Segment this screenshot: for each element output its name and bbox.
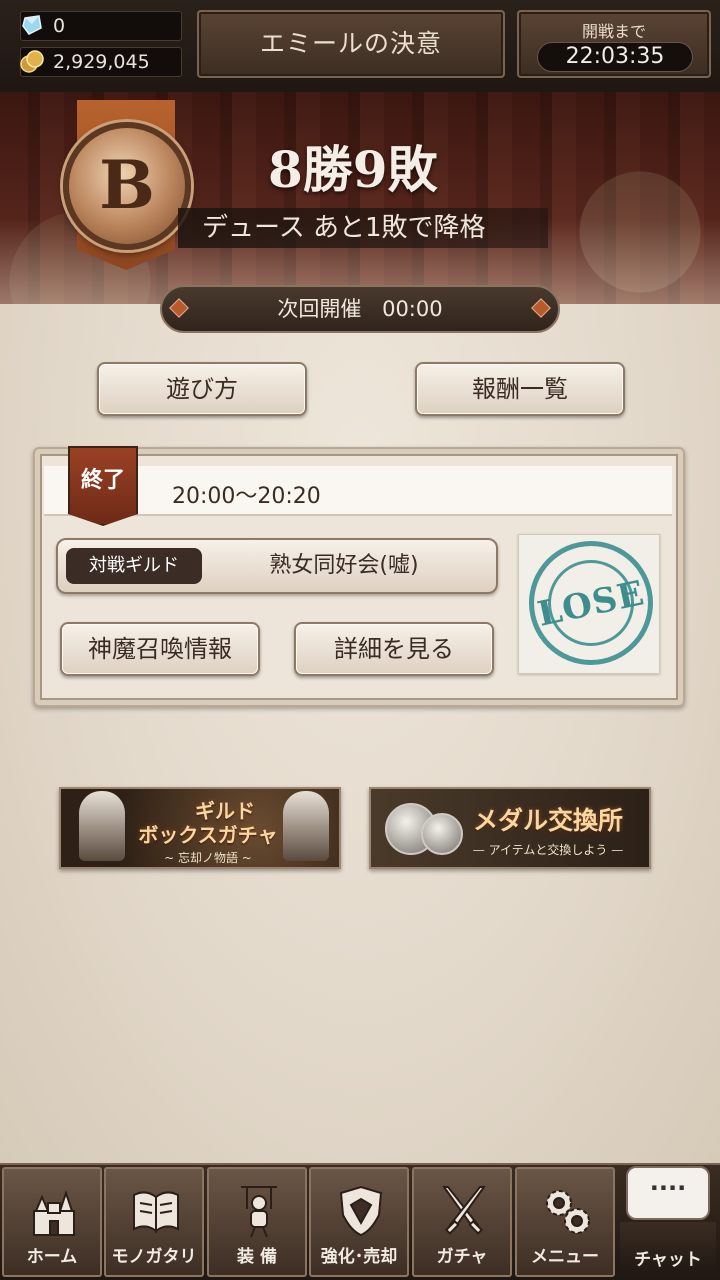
battle-start-timer: 開戦まで 22:03:35 <box>517 10 711 78</box>
rewards-list-button[interactable]: 報酬一覧 <box>415 362 625 416</box>
gem-count: 0 <box>53 15 66 37</box>
gold-count: 2,929,045 <box>53 51 150 73</box>
rank-medal: B <box>63 122 191 250</box>
timer-value: 22:03:35 <box>537 42 693 72</box>
nav-gacha[interactable]: ガチャ <box>412 1167 512 1277</box>
rank-status-text: デュース あと1敗で降格 <box>178 208 548 248</box>
event-title-button[interactable]: エミールの決意 <box>197 10 505 78</box>
shield-icon <box>339 1185 383 1237</box>
nav-equipment-label: 装 備 <box>237 1247 277 1267</box>
medal-banner-title: メダル交換所 <box>472 806 623 835</box>
medal-banner-subtitle: — アイテムと交換しよう — <box>472 843 624 857</box>
opponent-guild-name: 熟女同好会(嘘) <box>269 553 419 578</box>
crystal-icon <box>22 15 42 35</box>
top-status-bar: 0 2,929,045 エミールの決意 開戦まで 22:03:35 <box>0 0 720 92</box>
match-time-range: 20:00〜20:20 <box>172 484 321 509</box>
crossed-swords-icon <box>442 1186 486 1235</box>
character-illustration <box>79 791 125 861</box>
nav-home[interactable]: ホーム <box>2 1167 102 1277</box>
ornament-gem-icon <box>169 298 189 318</box>
opponent-guild-row[interactable]: 対戦ギルド 熟女同好会(嘘) <box>56 538 498 594</box>
nav-story[interactable]: モノガタリ <box>104 1167 204 1277</box>
nav-gacha-label: ガチャ <box>436 1247 488 1267</box>
gears-icon <box>546 1190 590 1234</box>
next-session-bar: 次回開催 00:00 <box>160 285 560 333</box>
parchment-background <box>0 300 720 1165</box>
gold-counter: 2,929,045 <box>20 47 182 77</box>
view-details-button[interactable]: 詳細を見る <box>294 622 494 676</box>
match-time-strip <box>44 466 672 516</box>
gem-counter: 0 <box>20 11 182 41</box>
nav-chat[interactable]: チャット <box>620 1222 716 1278</box>
book-icon <box>133 1191 179 1234</box>
rank-letter: B <box>99 146 155 224</box>
win-loss-record: 8勝9敗 <box>268 140 438 199</box>
guild-banner-subtitle: ~ 忘却ノ物語 ~ <box>164 851 252 865</box>
ornament-gem-icon <box>531 298 551 318</box>
summon-info-button[interactable]: 神魔召喚情報 <box>60 622 260 676</box>
castle-icon <box>33 1189 75 1236</box>
nav-story-label: モノガタリ <box>111 1247 197 1267</box>
timer-label: 開戦まで <box>581 22 646 41</box>
result-stamp-paper: LOSE <box>517 529 665 677</box>
finished-tag: 終了 <box>68 446 138 526</box>
nav-chat-label: チャット <box>634 1250 702 1270</box>
next-session-time: 00:00 <box>382 297 443 321</box>
gold-coin-icon <box>20 50 44 73</box>
medal-exchange-banner[interactable]: メダル交換所 — アイテムと交換しよう — <box>369 787 651 869</box>
guild-box-gacha-banner[interactable]: ギルド ボックスガチャ ~ 忘却ノ物語 ~ <box>59 787 341 869</box>
nav-menu-label: メニュー <box>531 1247 599 1267</box>
how-to-play-button[interactable]: 遊び方 <box>97 362 307 416</box>
puppet-icon <box>241 1186 277 1238</box>
guild-banner-title-line2: ボックスガチャ <box>138 823 278 847</box>
nav-menu[interactable]: メニュー <box>515 1167 615 1277</box>
nav-equipment[interactable]: 装 備 <box>207 1167 307 1277</box>
nav-home-label: ホーム <box>26 1247 78 1267</box>
chat-bubble-icon[interactable]: ···· <box>626 1166 710 1220</box>
opponent-guild-label: 対戦ギルド <box>66 548 202 584</box>
result-text: LOSE <box>534 573 649 635</box>
next-session-label: 次回開催 <box>277 297 362 321</box>
nav-enhance-sell-label: 強化･売却 <box>320 1247 398 1267</box>
lose-stamp: LOSE <box>517 529 665 677</box>
nav-enhance-sell[interactable]: 強化･売却 <box>309 1167 409 1277</box>
